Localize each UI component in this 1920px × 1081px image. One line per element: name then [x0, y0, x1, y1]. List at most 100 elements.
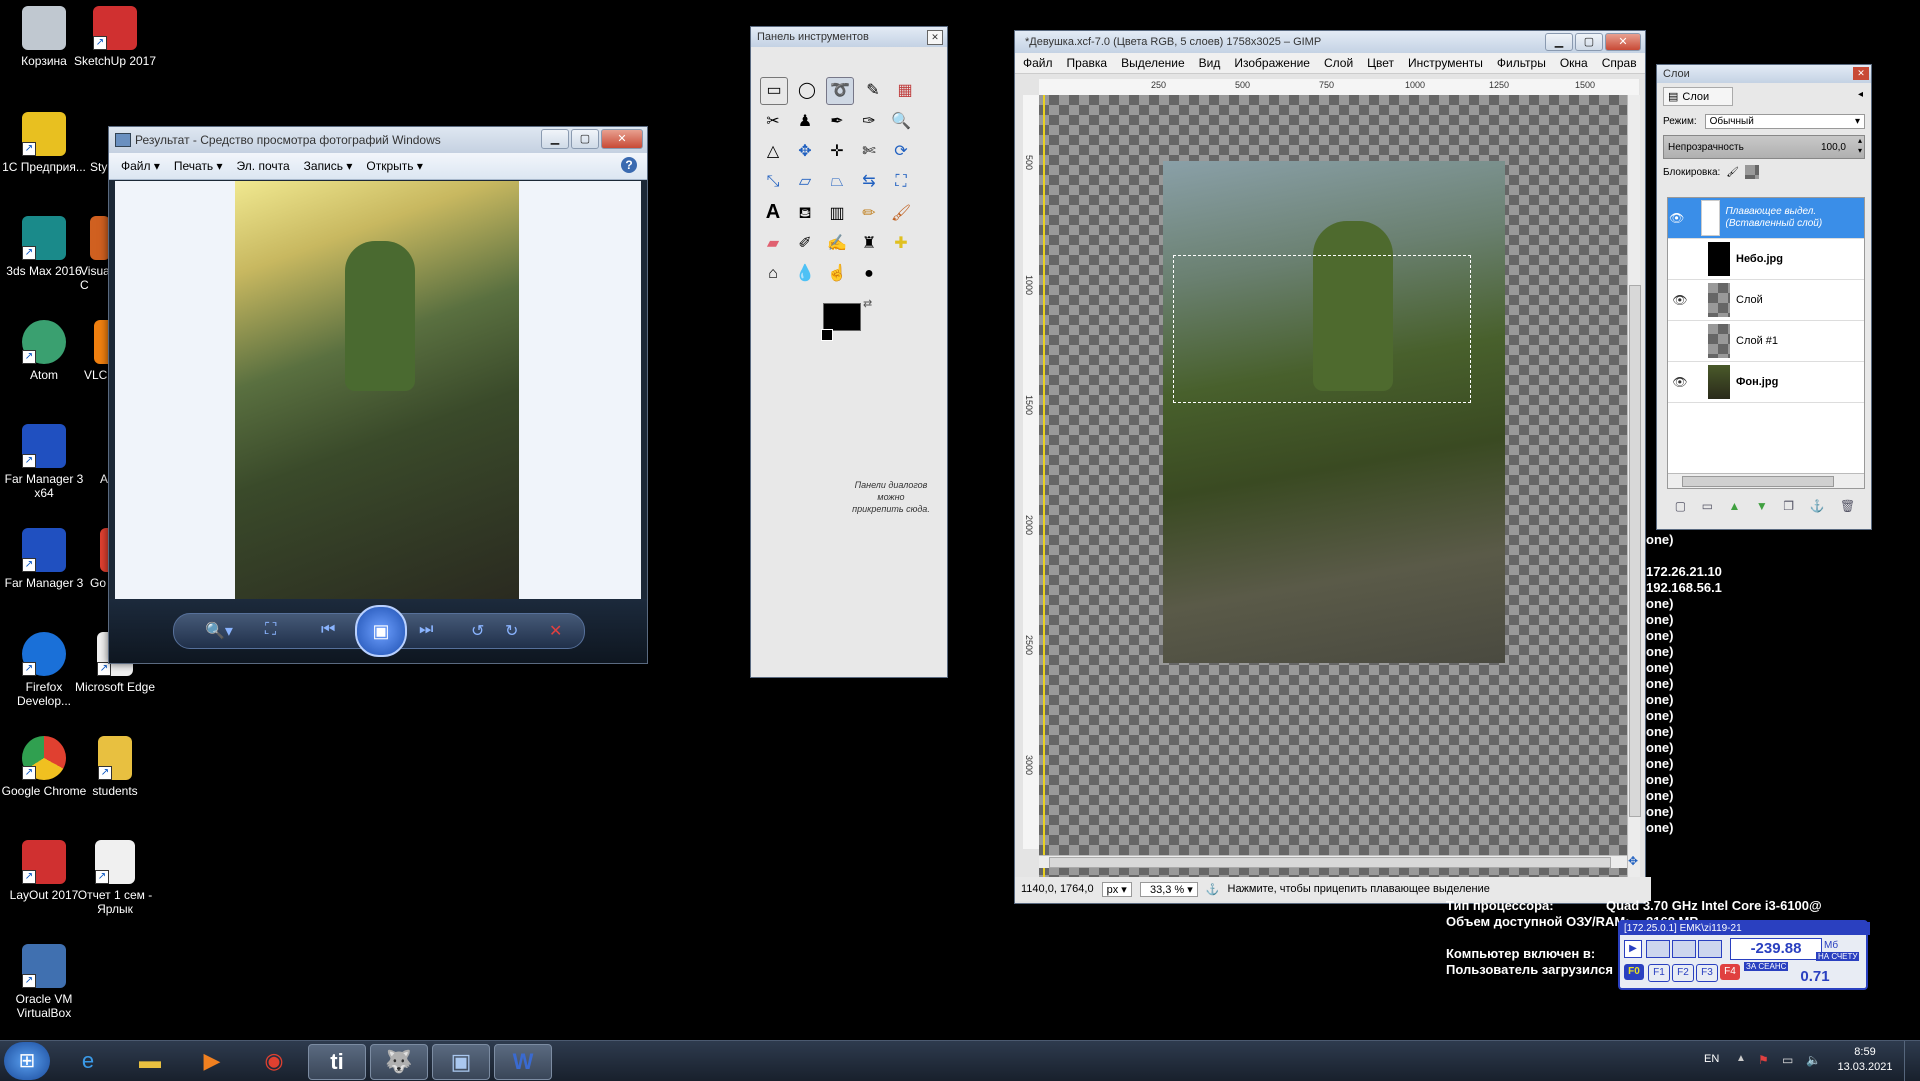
start-orb-icon[interactable]: ⊞: [4, 1042, 50, 1080]
delete-layer-icon[interactable]: 🗑: [1840, 499, 1855, 513]
eraser-tool-icon[interactable]: ▰: [760, 231, 786, 257]
layers-horizontal-scrollbar[interactable]: [1668, 473, 1864, 488]
gimp-menu-image[interactable]: Изображение: [1234, 56, 1310, 70]
menu-burn[interactable]: Запись ▾: [304, 159, 353, 173]
color-picker-tool-icon[interactable]: ✑: [856, 109, 882, 135]
gimp-minimize-button[interactable]: ▁: [1545, 33, 1573, 51]
grid-icon[interactable]: [1646, 940, 1670, 958]
zoom-tool-icon[interactable]: 🔍: [888, 109, 914, 135]
rect-select-tool-icon[interactable]: ▭: [760, 77, 788, 105]
close-button[interactable]: ✕: [601, 129, 643, 149]
duplicate-layer-icon[interactable]: ❐: [1783, 499, 1794, 513]
fkey-f3[interactable]: F3: [1696, 964, 1718, 982]
action-center-icon[interactable]: ⚑: [1758, 1053, 1769, 1067]
scale-tool-icon[interactable]: ⤡: [760, 169, 786, 195]
gimp-menu-color[interactable]: Цвет: [1367, 56, 1394, 70]
gimp-canvas[interactable]: [1039, 95, 1627, 885]
ellipse-select-tool-icon[interactable]: ◯: [794, 78, 820, 104]
blend-tool-icon[interactable]: ▥: [824, 201, 850, 227]
tab-menu-icon[interactable]: ◂: [1858, 89, 1863, 100]
zoom-icon[interactable]: 🔍▾: [205, 621, 233, 641]
previous-icon[interactable]: ⏮: [321, 621, 335, 639]
toolbox-close-button[interactable]: ✕: [927, 30, 943, 45]
anchor-layer-icon[interactable]: ⚓: [1809, 499, 1824, 513]
ink-tool-icon[interactable]: ✍: [824, 231, 850, 257]
gimp-menu-layer[interactable]: Слой: [1324, 56, 1353, 70]
lock-alpha-icon[interactable]: [1745, 165, 1759, 179]
rotate-tool-icon[interactable]: ⟳: [888, 139, 914, 165]
horizontal-scroll-thumb[interactable]: [1049, 857, 1611, 868]
explorer-icon[interactable]: ▬: [122, 1044, 178, 1078]
gimp-menu-help[interactable]: Справ: [1602, 56, 1637, 70]
layer-row-layer1[interactable]: Слой #1: [1668, 321, 1864, 362]
eye-icon[interactable]: 👁: [1668, 293, 1692, 307]
vertical-scroll-thumb[interactable]: [1629, 285, 1641, 817]
pencil-tool-icon[interactable]: ✏: [856, 201, 882, 227]
desktop-icon-sketchup[interactable]: ↗ SketchUp 2017: [70, 6, 160, 68]
raise-layer-icon[interactable]: ▲: [1728, 499, 1740, 513]
gimp-taskbar-icon[interactable]: 🐺: [370, 1044, 428, 1080]
crop-tool-icon[interactable]: ✄: [856, 139, 882, 165]
chrome-taskbar-icon[interactable]: ◉: [246, 1044, 302, 1078]
layer-row-layer[interactable]: 👁 Слой: [1668, 280, 1864, 321]
ti-app-icon[interactable]: ti: [308, 1044, 366, 1080]
gimp-menu-file[interactable]: Файл: [1023, 56, 1053, 70]
grid-icon[interactable]: [1698, 940, 1722, 958]
layers-scroll-thumb[interactable]: [1682, 476, 1834, 487]
fuzzy-select-tool-icon[interactable]: ✎: [860, 78, 886, 104]
default-colors-icon[interactable]: [821, 329, 833, 341]
grid-icon[interactable]: [1672, 940, 1696, 958]
airbrush-tool-icon[interactable]: ✐: [792, 231, 818, 257]
foreground-select-tool-icon[interactable]: ♟: [792, 109, 818, 135]
maximize-button[interactable]: ▢: [571, 129, 599, 149]
swap-colors-icon[interactable]: ⇄: [863, 297, 872, 310]
move-tool-icon[interactable]: ✥: [792, 139, 818, 165]
minimize-button[interactable]: ▁: [541, 129, 569, 149]
select-by-color-tool-icon[interactable]: ▦: [892, 78, 918, 104]
vertical-scrollbar[interactable]: [1627, 95, 1641, 885]
eye-icon[interactable]: 👁: [1668, 375, 1692, 389]
measure-tool-icon[interactable]: △: [760, 139, 786, 165]
perspective-tool-icon[interactable]: ⏢: [824, 169, 850, 195]
clock[interactable]: 8:59 13.03.2021: [1830, 1045, 1900, 1075]
help-icon[interactable]: ?: [621, 157, 637, 173]
gimp-titlebar[interactable]: *Девушка.xcf-7.0 (Цвета RGB, 5 слоев) 17…: [1015, 31, 1645, 53]
gimp-menu-windows[interactable]: Окна: [1560, 56, 1588, 70]
new-group-icon[interactable]: ▭: [1702, 499, 1713, 513]
text-tool-icon[interactable]: A: [760, 199, 786, 225]
volume-icon[interactable]: 🔈: [1806, 1053, 1821, 1067]
slideshow-button[interactable]: ▣: [355, 605, 407, 657]
desktop-icon-virtualbox[interactable]: ↗ Oracle VM VirtualBox: [0, 944, 88, 1020]
desktop-icon-report[interactable]: ↗ Отчет 1 сем - Ярлык: [70, 840, 160, 916]
blur-tool-icon[interactable]: 💧: [792, 261, 818, 287]
word-icon[interactable]: W: [494, 1044, 552, 1080]
lower-layer-icon[interactable]: ▼: [1756, 499, 1768, 513]
align-tool-icon[interactable]: ✛: [824, 139, 850, 165]
gimp-maximize-button[interactable]: ▢: [1575, 33, 1603, 51]
rotate-right-icon[interactable]: ↻: [505, 621, 518, 641]
horizontal-ruler[interactable]: 250 500 750 1000 1250 1500: [1039, 79, 1639, 96]
zoom-select[interactable]: 33,3 % ▾: [1139, 881, 1198, 897]
layers-titlebar[interactable]: Слои ✕: [1657, 65, 1871, 83]
gimp-close-button[interactable]: ✕: [1605, 33, 1641, 51]
layers-close-button[interactable]: ✕: [1853, 67, 1869, 80]
menu-open[interactable]: Открыть ▾: [366, 159, 423, 173]
gimp-menu-filters[interactable]: Фильтры: [1497, 56, 1546, 70]
layer-row-floating[interactable]: 👁 Плавающее выдел. (Вставленный слой): [1668, 198, 1864, 239]
opacity-slider[interactable]: Непрозрачность 100,0 ▴ ▾: [1663, 135, 1865, 159]
lock-pixels-icon[interactable]: 🖌: [1726, 167, 1739, 178]
smudge-tool-icon[interactable]: ☝: [824, 261, 850, 287]
paths-tool-icon[interactable]: ✒: [824, 109, 850, 135]
layers-tab[interactable]: ▤ Слои: [1663, 87, 1733, 106]
new-layer-icon[interactable]: ▢: [1675, 499, 1686, 513]
layer-row-sky[interactable]: Небо.jpg: [1668, 239, 1864, 280]
show-desktop-button[interactable]: [1904, 1041, 1919, 1081]
shear-tool-icon[interactable]: ▱: [792, 169, 818, 195]
free-select-tool-icon[interactable]: ➰: [826, 77, 854, 105]
flip-tool-icon[interactable]: ⇆: [856, 169, 882, 195]
unit-select[interactable]: px ▾: [1101, 881, 1132, 897]
gimp-menu-edit[interactable]: Правка: [1067, 56, 1108, 70]
internet-explorer-icon[interactable]: e: [60, 1044, 116, 1078]
desktop-icon-students[interactable]: ↗ students: [70, 736, 160, 798]
navigate-icon[interactable]: ✥: [1627, 855, 1639, 867]
